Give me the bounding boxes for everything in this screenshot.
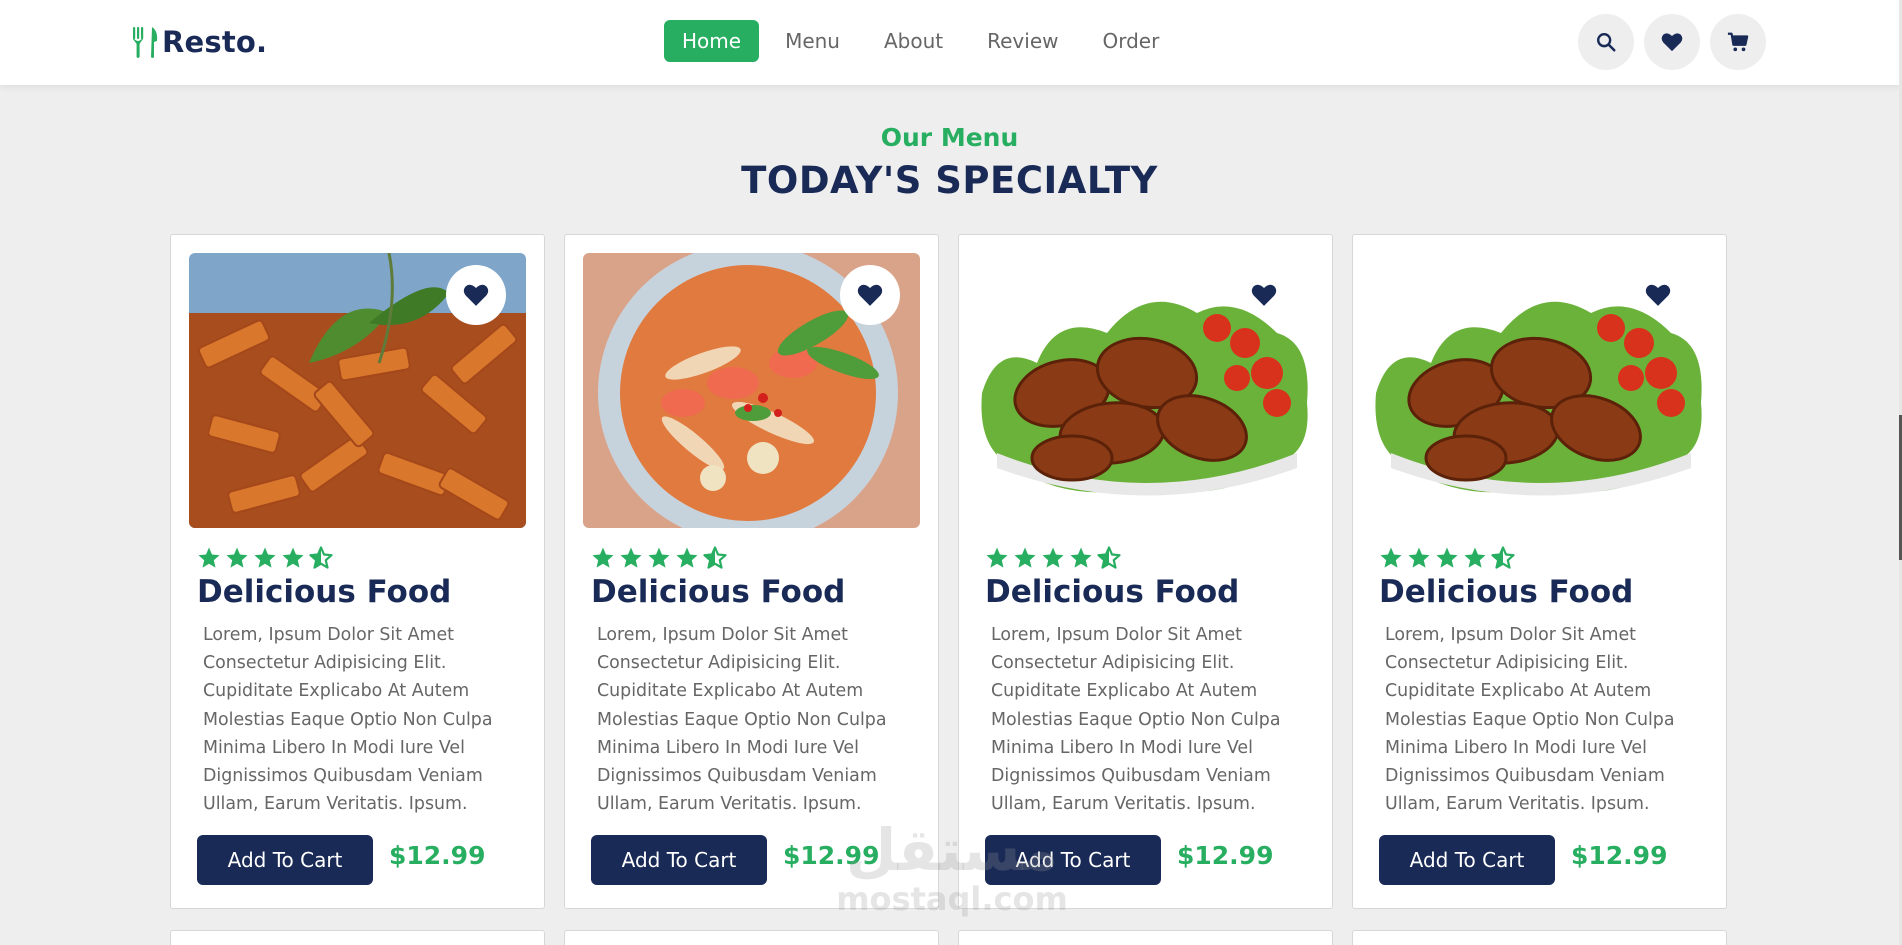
menu-card: Delicious Food Lorem, Ipsum Dolor Sit Am…	[564, 234, 939, 909]
card-price: $12.99	[1177, 841, 1274, 870]
star-half-icon	[703, 546, 727, 569]
food-image-pasta	[189, 253, 526, 528]
card-description: Lorem, Ipsum Dolor Sit Amet Consectetur …	[597, 625, 887, 815]
nav-home[interactable]: Home	[664, 20, 760, 62]
add-to-cart-button[interactable]: Add To Cart	[1379, 835, 1555, 885]
menu-card-partial	[170, 930, 545, 945]
favorite-button[interactable]	[1234, 265, 1294, 325]
rating-stars	[591, 546, 727, 570]
nav-review[interactable]: Review	[969, 20, 1076, 62]
food-image-chicken-wings	[977, 253, 1314, 528]
star-icon	[254, 547, 276, 568]
heart-icon	[857, 284, 883, 306]
card-title: Delicious Food	[591, 574, 846, 610]
search-icon	[1597, 33, 1616, 52]
star-icon	[592, 547, 614, 568]
star-icon	[648, 547, 670, 568]
cart-button[interactable]	[1710, 14, 1766, 70]
food-image-chicken-wings	[1371, 253, 1708, 528]
star-half-icon	[1491, 546, 1515, 569]
heart-icon	[1645, 284, 1671, 306]
card-price: $12.99	[783, 841, 880, 870]
star-icon	[1042, 547, 1064, 568]
menu-card-partial	[958, 930, 1333, 945]
menu-section: Our Menu TODAY'S SPECIALTY Delicious Foo…	[0, 85, 1899, 945]
main-nav: Home Menu About Review Order	[664, 20, 1177, 62]
star-icon	[1464, 547, 1486, 568]
logo[interactable]: Resto.	[130, 22, 267, 62]
card-description: Lorem, Ipsum Dolor Sit Amet Consectetur …	[1385, 625, 1675, 815]
add-to-cart-button[interactable]: Add To Cart	[985, 835, 1161, 885]
rating-stars	[985, 546, 1121, 570]
section-heading: TODAY'S SPECIALTY	[741, 159, 1158, 202]
star-icon	[1380, 547, 1402, 568]
card-price: $12.99	[1571, 841, 1668, 870]
brand-name: Resto.	[162, 25, 268, 59]
star-icon	[1408, 547, 1430, 568]
section-sub-heading: Our Menu	[880, 123, 1019, 152]
nav-order[interactable]: Order	[1084, 20, 1177, 62]
favorite-button[interactable]	[1628, 265, 1688, 325]
favorite-button[interactable]	[840, 265, 900, 325]
add-to-cart-button[interactable]: Add To Cart	[591, 835, 767, 885]
wishlist-button[interactable]	[1644, 14, 1700, 70]
star-icon	[1070, 547, 1092, 568]
site-header: Resto. Home Menu About Review Order	[0, 0, 1902, 85]
star-icon	[282, 547, 304, 568]
card-title: Delicious Food	[197, 574, 452, 610]
cart-icon	[1727, 32, 1749, 52]
food-image-noodle-soup	[583, 253, 920, 528]
menu-card-partial	[1352, 930, 1727, 945]
heart-icon	[1251, 284, 1277, 306]
heart-icon	[1661, 33, 1683, 52]
nav-about[interactable]: About	[866, 20, 961, 62]
card-title: Delicious Food	[1379, 574, 1634, 610]
star-icon	[986, 547, 1008, 568]
star-icon	[1014, 547, 1036, 568]
star-half-icon	[1097, 546, 1121, 569]
star-icon	[226, 547, 248, 568]
heart-icon	[463, 284, 489, 306]
card-description: Lorem, Ipsum Dolor Sit Amet Consectetur …	[203, 625, 493, 815]
rating-stars	[197, 546, 333, 570]
rating-stars	[1379, 546, 1515, 570]
card-title: Delicious Food	[985, 574, 1240, 610]
star-icon	[1436, 547, 1458, 568]
menu-card-partial	[564, 930, 939, 945]
search-button[interactable]	[1578, 14, 1634, 70]
menu-card: Delicious Food Lorem, Ipsum Dolor Sit Am…	[1352, 234, 1727, 909]
card-price: $12.99	[389, 841, 486, 870]
favorite-button[interactable]	[446, 265, 506, 325]
menu-card: Delicious Food Lorem, Ipsum Dolor Sit Am…	[958, 234, 1333, 909]
star-icon	[198, 547, 220, 568]
header-icons	[1578, 14, 1766, 70]
card-description: Lorem, Ipsum Dolor Sit Amet Consectetur …	[991, 625, 1281, 815]
star-icon	[620, 547, 642, 568]
nav-menu[interactable]: Menu	[767, 20, 858, 62]
add-to-cart-button[interactable]: Add To Cart	[197, 835, 373, 885]
star-half-icon	[309, 546, 333, 569]
star-icon	[676, 547, 698, 568]
utensils-icon	[133, 27, 158, 58]
menu-card: Delicious Food Lorem, Ipsum Dolor Sit Am…	[170, 234, 545, 909]
